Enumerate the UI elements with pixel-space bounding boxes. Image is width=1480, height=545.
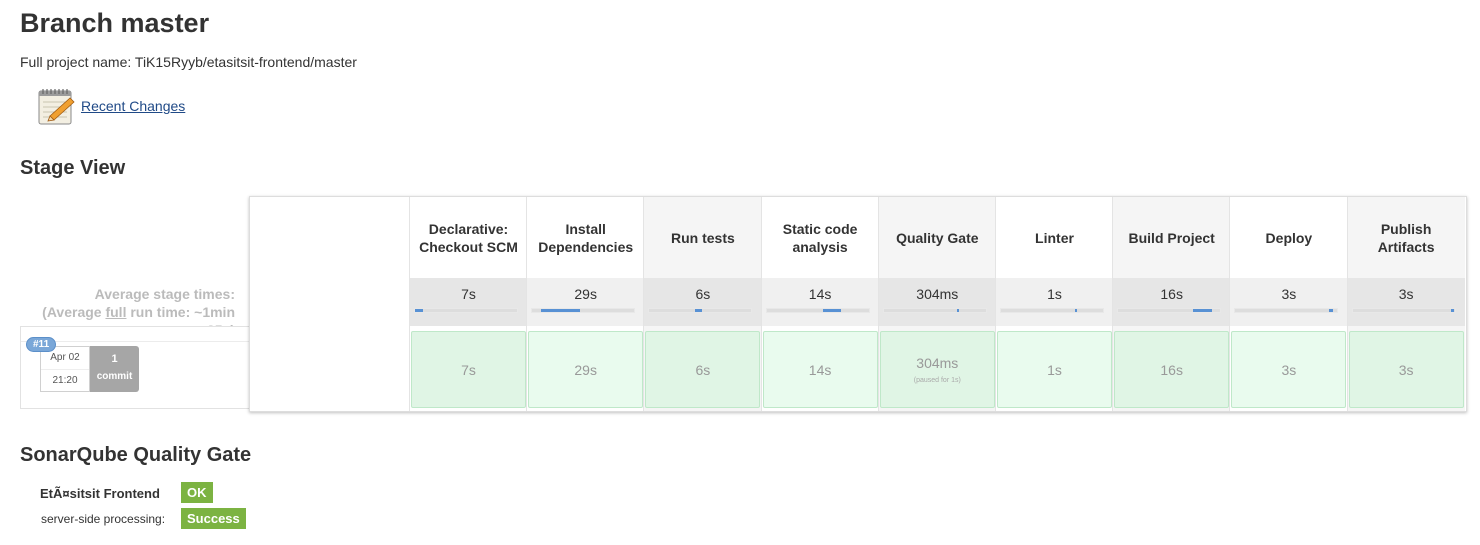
stage-duration-bar xyxy=(1351,308,1456,313)
stage-view-title: Stage View xyxy=(20,157,126,179)
stage-average-time-value: 304ms xyxy=(916,286,959,302)
stage-duration-bar-fill xyxy=(957,309,960,312)
build-number-badge[interactable]: #11 xyxy=(26,337,57,352)
sonarqube-project-name[interactable]: EtÃ¤sitsit Frontend xyxy=(40,486,160,501)
server-side-processing-label: server-side processing: xyxy=(41,512,166,526)
stage-average-time-value: 16s xyxy=(1160,286,1183,302)
build-date-time: 21:20 xyxy=(52,375,78,386)
stage-average-time-value: 3s xyxy=(1398,286,1414,302)
commit-count-label: commit xyxy=(96,371,133,382)
recent-changes-link[interactable]: Recent Changes xyxy=(81,98,185,114)
notepad-icon xyxy=(38,89,75,125)
stage-average-time: 29s xyxy=(527,278,645,326)
stage-column: Linter 1s 1s xyxy=(995,197,1113,411)
stage-result-cell[interactable]: 3s xyxy=(1231,331,1347,408)
stage-header: Declarative: Checkout SCM xyxy=(410,197,527,278)
stage-result-cell[interactable]: 3s xyxy=(1348,331,1464,408)
stage-average-time: 7s xyxy=(410,278,527,326)
stage-duration-bar-fill xyxy=(1192,309,1213,312)
server-side-processing-status-badge: Success xyxy=(181,508,246,529)
stage-result-cell[interactable]: 304ms (paused for 1s) xyxy=(879,331,995,408)
stage-duration-bar-fill xyxy=(415,309,424,312)
stage-header: Static code analysis xyxy=(761,197,879,278)
sonarqube-title: SonarQube Quality Gate xyxy=(20,444,252,466)
stage-table: Declarative: Checkout SCM 7s 7s Install Dep… xyxy=(249,196,1467,412)
stage-duration-bar-fill xyxy=(822,309,842,312)
average-run-suffix: run time: ~1min xyxy=(126,304,235,320)
average-stage-times-label: Average stage times: xyxy=(94,286,235,302)
stage-column: Declarative: Checkout SCM 7s 7s xyxy=(409,197,527,411)
stage-result-time: 14s xyxy=(808,361,832,378)
stage-result-cell[interactable]: 29s xyxy=(528,331,644,408)
stage-header: Linter xyxy=(996,197,1113,278)
stage-average-time: 6s xyxy=(644,278,762,326)
stage-average-time-value: 14s xyxy=(808,286,832,302)
stage-duration-bar xyxy=(414,308,518,313)
stage-duration-bar xyxy=(648,308,753,313)
stage-result-time: 6s xyxy=(695,361,711,378)
stage-duration-bar xyxy=(1234,308,1339,313)
stage-header: Run tests xyxy=(644,197,762,278)
stage-duration-bar xyxy=(1000,308,1104,313)
stage-result-time: 1s xyxy=(1047,361,1062,378)
stage-column: Build Project 16s 16s xyxy=(1112,197,1231,411)
stage-result-cell[interactable]: 14s xyxy=(762,331,878,408)
commit-count-number: 1 xyxy=(111,353,118,365)
stage-result-time: 7s xyxy=(461,361,476,378)
stage-average-time: 304ms xyxy=(878,278,996,326)
stage-duration-bar-fill xyxy=(1329,309,1334,312)
stage-column: Quality Gate 304ms 304ms (paused for 1s) xyxy=(877,197,996,411)
stage-result-time: 3s xyxy=(1398,361,1414,378)
stage-header: Deploy xyxy=(1230,197,1348,278)
stage-result-cell[interactable]: 16s xyxy=(1114,331,1230,408)
stage-column: Publish Artifacts 3s 3s xyxy=(1346,197,1465,411)
stage-duration-bar-fill xyxy=(1450,309,1454,312)
stage-column: Static code analysis 14s 14s xyxy=(760,197,879,411)
stage-result-time: 16s xyxy=(1160,361,1183,378)
average-run-prefix: (Average xyxy=(42,304,106,320)
stage-result-time: 304ms xyxy=(916,355,959,371)
stage-average-time: 1s xyxy=(996,278,1113,326)
stage-header: Install Dependencies xyxy=(527,197,645,278)
stage-header: Quality Gate xyxy=(878,197,996,278)
stage-duration-bar xyxy=(1117,308,1222,313)
stage-average-time-value: 1s xyxy=(1047,286,1062,302)
full-run-link[interactable]: full xyxy=(105,304,126,320)
stage-header: Publish Artifacts xyxy=(1347,197,1465,278)
stage-average-time: 3s xyxy=(1230,278,1348,326)
stage-duration-bar-fill xyxy=(541,309,581,312)
build-date[interactable]: Apr 02 21:20 xyxy=(40,346,90,392)
stage-column: Run tests 6s 6s xyxy=(643,197,762,411)
stage-duration-bar xyxy=(531,308,636,313)
stage-duration-bar-fill xyxy=(1075,309,1078,312)
stage-result-time: 3s xyxy=(1281,361,1297,378)
stage-duration-bar xyxy=(765,308,870,313)
stage-average-time-value: 29s xyxy=(574,286,597,302)
stage-average-time: 3s xyxy=(1347,278,1465,326)
stage-average-time: 16s xyxy=(1113,278,1231,326)
quality-gate-status-badge: OK xyxy=(181,482,213,503)
stage-average-time-value: 7s xyxy=(461,286,476,302)
stage-paused-note: (paused for 1s) xyxy=(913,377,961,384)
page-title: Branch master xyxy=(20,8,210,38)
stage-column: Install Dependencies 29s 29s xyxy=(526,197,645,411)
stage-result-cell[interactable]: 7s xyxy=(411,331,526,408)
stage-header: Build Project xyxy=(1113,197,1231,278)
stage-result-cell[interactable]: 6s xyxy=(645,331,761,408)
stage-duration-bar xyxy=(882,308,987,313)
stage-average-time: 14s xyxy=(761,278,879,326)
stage-result-time: 29s xyxy=(574,361,597,378)
stage-column: Deploy 3s 3s xyxy=(1229,197,1348,411)
stage-average-time-value: 3s xyxy=(1281,286,1297,302)
stage-result-cell[interactable]: 1s xyxy=(997,331,1112,408)
stage-average-time-value: 6s xyxy=(695,286,711,302)
commit-count[interactable]: 1 commit xyxy=(90,346,139,392)
stage-duration-bar-fill xyxy=(695,309,703,312)
full-project-name: Full project name: TiK15Ryyb/etasitsit-f… xyxy=(20,54,357,70)
